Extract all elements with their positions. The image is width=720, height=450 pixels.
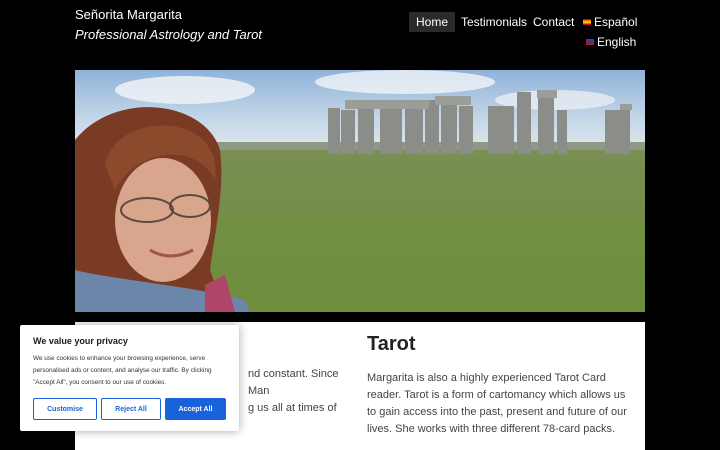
nav-contact[interactable]: Contact	[533, 12, 574, 32]
brand: Señorita Margarita Professional Astrolog…	[75, 7, 262, 43]
cookie-title: We value your privacy	[33, 336, 128, 346]
tarot-column: Tarot Margarita is also a highly experie…	[367, 332, 627, 438]
nav-testimonials[interactable]: Testimonials	[461, 12, 527, 32]
site-tagline: Professional Astrology and Tarot	[75, 27, 262, 42]
reject-all-button[interactable]: Reject All	[101, 398, 161, 420]
site-title[interactable]: Señorita Margarita	[75, 7, 262, 23]
uk-flag-icon	[586, 38, 594, 45]
cookie-consent-banner: We value your privacy We use cookies to …	[20, 325, 239, 431]
nav-english-label: English	[597, 35, 637, 49]
accept-all-button[interactable]: Accept All	[165, 398, 226, 420]
tarot-heading: Tarot	[367, 333, 416, 355]
main-nav: Home Testimonials Contact Español Englis…	[405, 12, 645, 56]
customise-button[interactable]: Customise	[33, 398, 97, 420]
hero-image	[75, 70, 645, 312]
spain-flag-icon	[583, 18, 591, 25]
site-header: Señorita Margarita Professional Astrolog…	[0, 0, 720, 70]
nav-home[interactable]: Home	[409, 12, 456, 32]
nav-language-espanol[interactable]: Español	[583, 12, 637, 32]
nav-espanol-label: Español	[594, 15, 638, 29]
cookie-text: We use cookies to enhance your browsing …	[33, 355, 212, 386]
nav-language-english[interactable]: English	[586, 32, 636, 52]
tarot-text: Margarita is also a highly experienced T…	[367, 372, 627, 435]
hero-photo	[75, 70, 645, 312]
